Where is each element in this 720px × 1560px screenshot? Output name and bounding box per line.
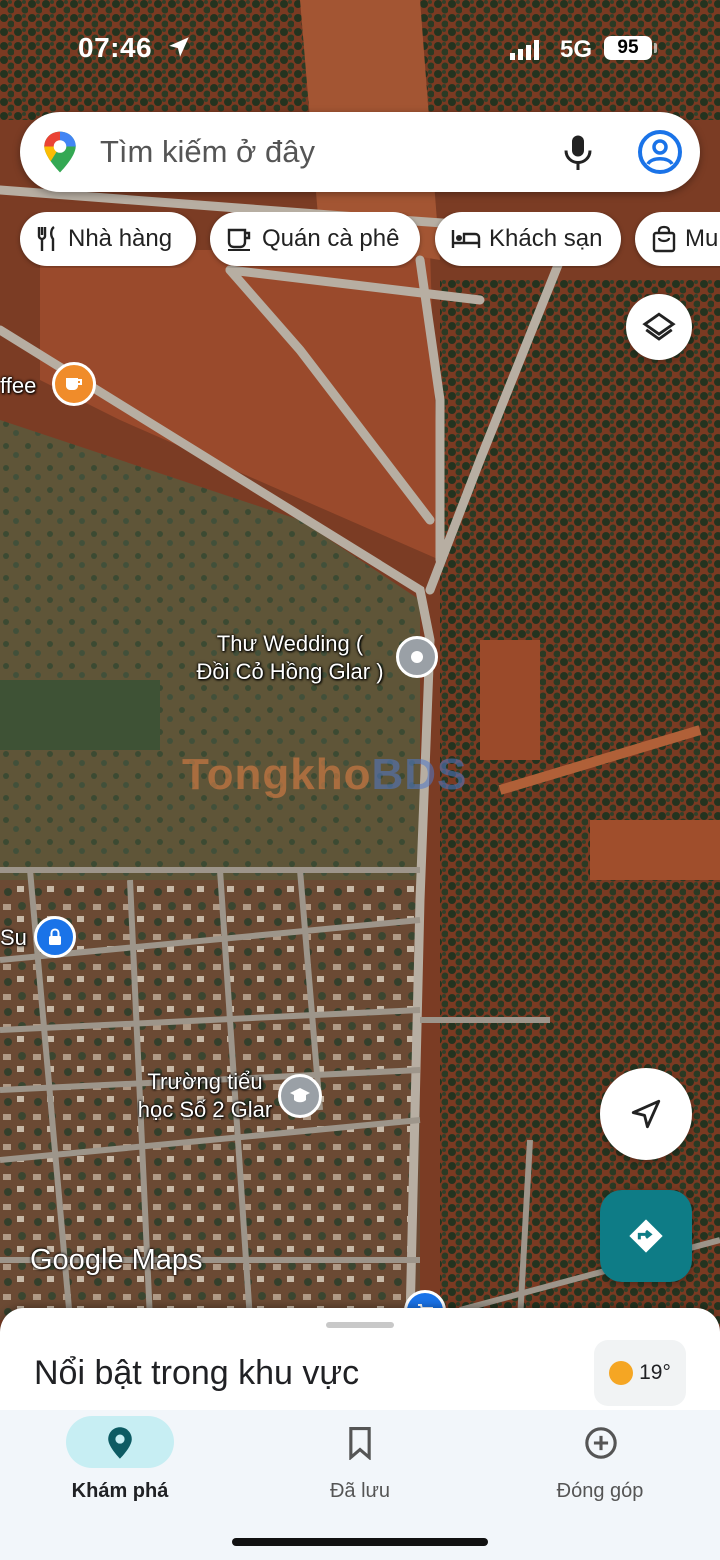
nav-label: Khám phá	[71, 1480, 169, 1502]
status-bar: 07:46 5G 95	[0, 28, 720, 72]
nav-contribute[interactable]: Đóng góp	[480, 1410, 720, 1520]
battery-level: 95	[604, 36, 652, 60]
place-label-line: Thư Wedding (	[216, 631, 364, 656]
map-layers-button[interactable]	[626, 294, 692, 360]
shopping-bag-icon	[652, 225, 676, 253]
sun-icon	[609, 1361, 634, 1385]
google-maps-logo: Google Maps	[30, 1244, 203, 1276]
nav-label: Đã lưu	[329, 1480, 391, 1502]
layers-icon	[642, 312, 676, 341]
chip-label: Khách sạn	[489, 225, 603, 252]
category-chips: Nhà hàng Quán cà phê Khách sạn Mu	[0, 212, 720, 268]
chip-coffee[interactable]: Quán cà phê	[210, 212, 420, 266]
coffee-marker[interactable]	[52, 362, 96, 406]
nav-explore[interactable]: Khám phá	[0, 1410, 240, 1520]
place-label-line: Đồi Cỏ Hồng Glar )	[196, 659, 384, 684]
search-input[interactable]: Tìm kiếm ở đây	[100, 134, 315, 170]
chip-label: Quán cà phê	[262, 225, 400, 252]
watermark-text: Tongkho	[182, 750, 372, 799]
directions-button[interactable]	[600, 1190, 692, 1282]
sheet-title: Nổi bật trong khu vực	[34, 1354, 360, 1392]
status-time: 07:46	[78, 32, 153, 63]
microphone-icon[interactable]	[560, 132, 596, 172]
maps-logo-icon	[44, 131, 76, 173]
location-pin-icon	[108, 1427, 132, 1459]
cellular-signal-icon	[510, 40, 539, 60]
navigation-arrow-icon	[631, 1099, 661, 1129]
sheet-drag-handle[interactable]	[326, 1322, 394, 1328]
nav-label: Đóng góp	[556, 1480, 644, 1502]
coffee-cup-icon	[227, 228, 251, 251]
location-services-icon	[169, 37, 189, 57]
place-label-su[interactable]: Su	[0, 924, 27, 952]
temperature: 19°	[639, 1361, 671, 1384]
chip-restaurants[interactable]: Nhà hàng	[20, 212, 196, 266]
home-indicator[interactable]	[232, 1538, 488, 1546]
school-marker[interactable]	[278, 1074, 322, 1118]
fork-knife-icon	[37, 226, 55, 251]
watermark: TongkhoBDS	[182, 750, 467, 800]
lock-marker[interactable]	[34, 916, 76, 958]
place-label-wedding[interactable]: Thư Wedding ( Đồi Cỏ Hồng Glar )	[180, 630, 400, 686]
search-bar[interactable]: Tìm kiếm ở đây	[20, 112, 700, 192]
nav-saved[interactable]: Đã lưu	[240, 1410, 480, 1520]
place-label-school[interactable]: Trường tiểu học Số 2 Glar	[120, 1068, 290, 1124]
battery-tip	[654, 43, 657, 53]
place-label-line: Trường tiểu	[147, 1069, 263, 1094]
bed-icon	[451, 230, 481, 248]
bookmark-icon	[349, 1427, 371, 1460]
place-label-line: học Số 2 Glar	[137, 1097, 273, 1122]
lock-icon	[49, 928, 61, 945]
directions-icon	[629, 1219, 663, 1253]
coffee-cup-icon	[66, 378, 82, 390]
weather-chip[interactable]: 19°	[594, 1340, 686, 1406]
chip-label: Mu	[685, 225, 719, 252]
chip-shopping[interactable]: Mu	[635, 212, 720, 266]
chip-hotels[interactable]: Khách sạn	[435, 212, 621, 266]
network-type: 5G	[560, 36, 593, 63]
my-location-button[interactable]	[600, 1068, 692, 1160]
account-avatar-icon[interactable]	[636, 128, 684, 176]
marker-dot-icon	[411, 651, 423, 663]
chip-label: Nhà hàng	[68, 225, 173, 252]
place-marker-wedding[interactable]	[396, 636, 438, 678]
graduation-cap-icon	[290, 1088, 310, 1103]
watermark-suffix: BDS	[371, 750, 468, 799]
place-label-coffee[interactable]: ffee	[0, 372, 36, 400]
add-circle-icon	[585, 1427, 617, 1459]
